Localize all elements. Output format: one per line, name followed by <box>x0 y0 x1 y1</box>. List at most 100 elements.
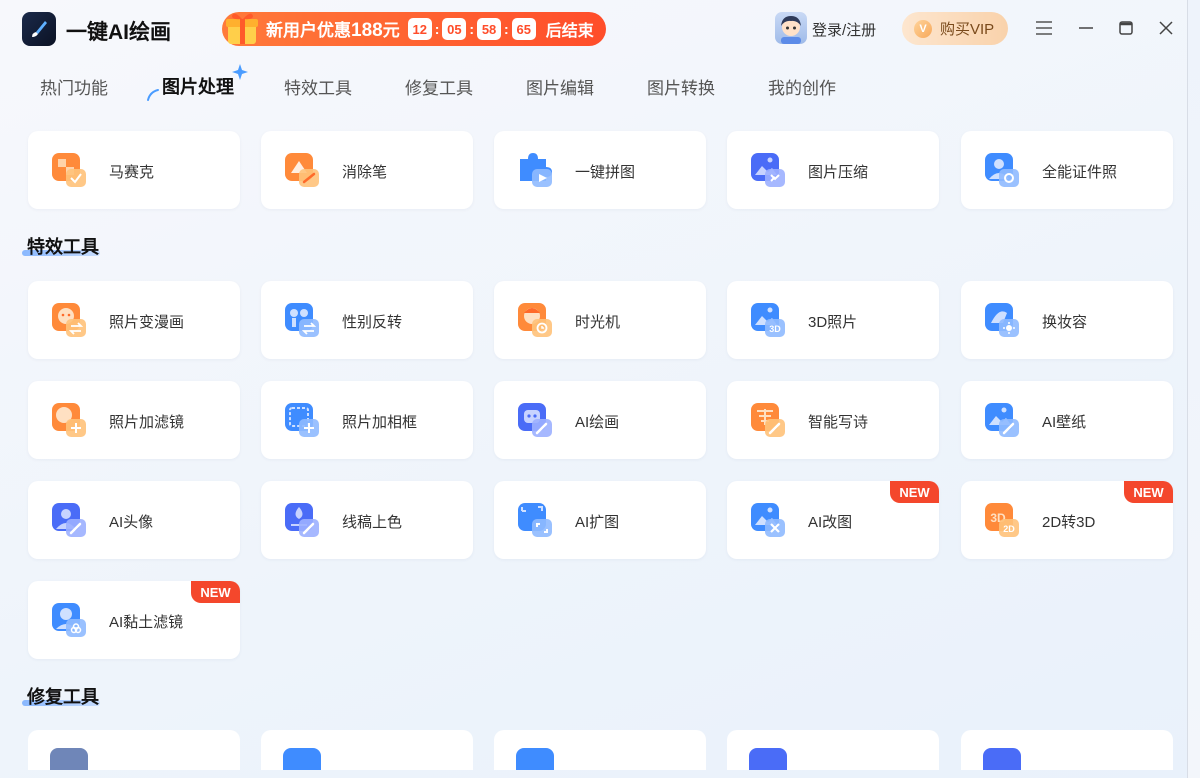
gift-icon <box>222 8 262 48</box>
tool-label: AI头像 <box>109 514 154 531</box>
tool-card-photo-to-comic[interactable]: 照片变漫画 <box>28 281 240 359</box>
tool-label: 照片加滤镜 <box>109 414 185 431</box>
tool-card-smart-poetry[interactable]: 智能写诗 <box>727 381 939 459</box>
tool-label: 线稿上色 <box>342 514 403 531</box>
tool-label: 3D照片 <box>808 314 858 331</box>
tab-my-creations[interactable]: 我的创作 <box>768 74 836 99</box>
tool-card-time-machine[interactable]: 时光机 <box>494 281 706 359</box>
ai-edit-icon <box>751 503 785 537</box>
tool-icon <box>516 748 554 770</box>
tool-card-ai-clay-filter[interactable]: AI黏土滤镜 NEW <box>28 581 240 659</box>
svg-text:3D: 3D <box>769 324 781 334</box>
app-title: 一键AI绘画 <box>66 21 171 44</box>
tool-card-photo-filter[interactable]: 照片加滤镜 <box>28 381 240 459</box>
tool-label: 全能证件照 <box>1042 164 1118 181</box>
tool-card-partial[interactable] <box>727 730 939 770</box>
promo-banner[interactable]: 新用户优惠188元 12 : 05 : 58 : 65 后结束 <box>222 12 606 46</box>
tool-card-ai-wallpaper[interactable]: AI壁纸 <box>961 381 1173 459</box>
eraser-icon <box>285 153 319 187</box>
new-badge: NEW <box>191 581 240 603</box>
tool-card-ai-expand[interactable]: AI扩图 <box>494 481 706 559</box>
title-bar: 一键AI绘画 新用户优惠188元 12 : 05 : 58 : 65 后结束 登… <box>0 0 1187 58</box>
3d-photo-icon: 3D <box>751 303 785 337</box>
id-photo-icon <box>985 153 1019 187</box>
tool-label: 2D转3D <box>1042 514 1096 531</box>
tab-image-convert[interactable]: 图片转换 <box>647 74 715 99</box>
countdown-sep: : <box>434 21 440 37</box>
tool-label: 时光机 <box>575 314 621 331</box>
poetry-icon <box>751 403 785 437</box>
tool-label: 马赛克 <box>109 164 155 181</box>
app-window: 一键AI绘画 新用户优惠188元 12 : 05 : 58 : 65 后结束 登… <box>0 0 1188 778</box>
new-badge: NEW <box>1124 481 1173 503</box>
tool-card-compress[interactable]: 图片压缩 <box>727 131 939 209</box>
vip-icon: V <box>914 19 932 38</box>
tab-effects[interactable]: 特效工具 <box>284 74 352 99</box>
tool-card-mosaic[interactable]: 马赛克 <box>28 131 240 209</box>
tool-card-partial[interactable] <box>494 730 706 770</box>
tool-icon <box>283 748 321 770</box>
tool-label: AI扩图 <box>575 514 620 531</box>
promo-amount: 188 <box>351 20 383 41</box>
section-title-effects: 特效工具 <box>27 237 99 257</box>
gender-swap-icon <box>285 303 319 337</box>
tool-label: 智能写诗 <box>808 414 869 431</box>
promo-text: 新用户优惠188元 <box>266 16 400 42</box>
section-title-repair: 修复工具 <box>27 687 99 707</box>
tool-card-makeup[interactable]: 换妆容 <box>961 281 1173 359</box>
tool-card-gender-swap[interactable]: 性别反转 <box>261 281 473 359</box>
close-icon[interactable] <box>1154 16 1178 40</box>
tool-card-eraser[interactable]: 消除笔 <box>261 131 473 209</box>
expand-icon <box>518 503 552 537</box>
tool-card-partial[interactable] <box>961 730 1173 770</box>
tool-label: AI绘画 <box>575 414 620 431</box>
tool-label: AI黏土滤镜 <box>109 614 184 631</box>
tool-card-collage[interactable]: 一键拼图 <box>494 131 706 209</box>
new-badge: NEW <box>890 481 939 503</box>
tool-card-ai-edit[interactable]: AI改图 NEW <box>727 481 939 559</box>
makeup-icon <box>985 303 1019 337</box>
countdown-minutes: 05 <box>442 18 467 40</box>
image-compress-icon <box>751 153 785 187</box>
tool-label: 照片加相框 <box>342 414 418 431</box>
tool-card-id-photo[interactable]: 全能证件照 <box>961 131 1173 209</box>
maximize-icon[interactable] <box>1114 16 1138 40</box>
tool-card-3d-photo[interactable]: 3D 3D照片 <box>727 281 939 359</box>
tool-card-partial[interactable] <box>261 730 473 770</box>
time-machine-icon <box>518 303 552 337</box>
tool-card-line-coloring[interactable]: 线稿上色 <box>261 481 473 559</box>
promo-suffix: 后结束 <box>545 23 594 40</box>
tool-card-ai-avatar[interactable]: AI头像 <box>28 481 240 559</box>
clay-filter-icon <box>52 603 86 637</box>
login-link[interactable]: 登录/注册 <box>812 19 876 40</box>
tool-icon <box>983 748 1021 770</box>
puzzle-icon <box>520 153 552 187</box>
photo-frame-icon <box>285 403 319 437</box>
tool-label: AI改图 <box>808 514 853 531</box>
tool-label: 性别反转 <box>342 314 403 331</box>
line-coloring-icon <box>285 503 319 537</box>
robot-icon <box>518 403 552 437</box>
tool-label: AI壁纸 <box>1042 414 1087 431</box>
tool-label: 照片变漫画 <box>109 314 185 331</box>
minimize-icon[interactable] <box>1074 16 1098 40</box>
buy-vip-button[interactable]: V 购买VIP <box>902 12 1008 45</box>
tool-card-photo-frame[interactable]: 照片加相框 <box>261 381 473 459</box>
tool-icon <box>749 748 787 770</box>
tab-hot[interactable]: 热门功能 <box>40 74 108 99</box>
tool-card-partial[interactable] <box>28 730 240 770</box>
sparkle-icon <box>147 64 248 101</box>
tab-repair[interactable]: 修复工具 <box>405 74 473 99</box>
avatar[interactable] <box>775 12 807 44</box>
avatar-icon <box>52 503 86 537</box>
mosaic-icon <box>52 153 86 187</box>
tab-image-edit[interactable]: 图片编辑 <box>526 74 594 99</box>
tool-label: 一键拼图 <box>575 164 636 181</box>
2d-to-3d-icon: 3D 2D <box>985 503 1019 537</box>
tool-label: 图片压缩 <box>808 164 869 181</box>
svg-text:2D: 2D <box>1003 524 1015 534</box>
tool-card-ai-painting[interactable]: AI绘画 <box>494 381 706 459</box>
tool-label: 消除笔 <box>342 164 388 181</box>
menu-icon[interactable] <box>1032 16 1056 40</box>
tool-card-2d-to-3d[interactable]: 3D 2D 2D转3D NEW <box>961 481 1173 559</box>
